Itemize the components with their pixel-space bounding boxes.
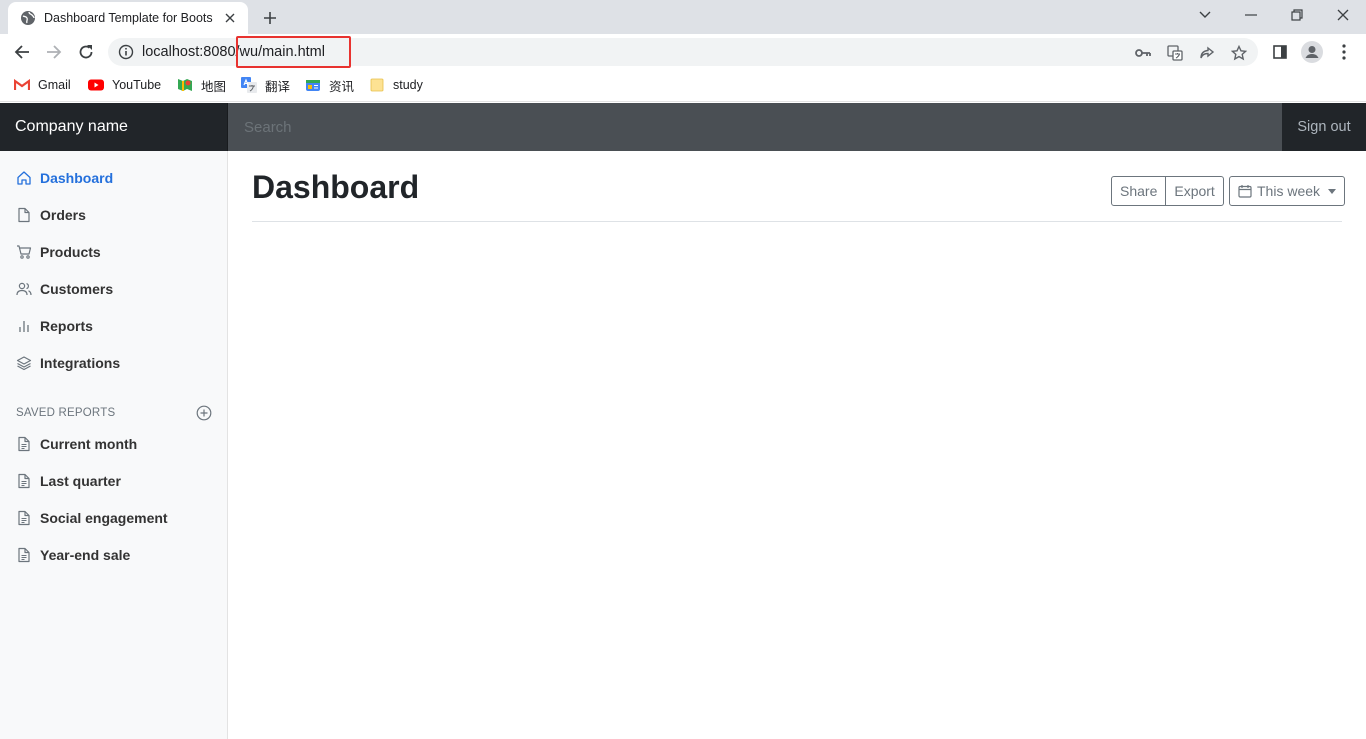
sidebar-item-products[interactable]: Products [0,236,227,268]
saved-report-last-quarter[interactable]: Last quarter [0,465,227,497]
gmail-icon [14,77,30,93]
new-tab-button[interactable] [258,6,282,30]
saved-report-current-month[interactable]: Current month [0,428,227,460]
action-button-group: Share Export [1111,176,1224,206]
sidebar-item-label: Products [40,244,101,260]
search-input[interactable] [228,103,1282,151]
bookmark-label: 资讯 [329,79,355,94]
folder-icon [369,77,385,93]
sidebar-item-label: Dashboard [40,170,114,186]
date-range-label: This week [1257,183,1321,199]
bookmark-label: study [393,78,423,92]
key-icon[interactable] [1134,44,1152,62]
sidebar-item-label: Social engagement [40,510,168,526]
layers-icon [16,355,32,371]
minimize-icon[interactable] [1228,0,1274,30]
file-text-icon [16,473,32,489]
youtube-icon [88,77,104,93]
sidebar-item-label: Year-end sale [40,547,131,563]
file-text-icon [16,510,32,526]
sidebar-item-label: Reports [40,318,93,334]
restore-icon[interactable] [1274,0,1320,30]
file-icon [16,207,32,223]
saved-reports-heading: SAVED REPORTS [16,407,116,419]
sidebar-item-orders[interactable]: Orders [0,199,227,231]
file-text-icon [16,436,32,452]
share-button[interactable]: Share [1111,176,1167,206]
bookmark-translate[interactable]: 翻译 [241,76,290,94]
browser-tab-strip: Dashboard Template for Boots [0,0,1366,34]
sidebar-item-label: Integrations [40,355,121,371]
bookmark-label: YouTube [112,78,162,92]
main-content: Dashboard Share Export This week [228,151,1366,739]
browser-tab[interactable]: Dashboard Template for Boots [8,2,248,34]
reload-icon[interactable] [74,40,98,64]
bookmark-label: Gmail [38,78,71,92]
home-icon [16,170,32,186]
sidebar-item-reports[interactable]: Reports [0,310,227,342]
sidebar-item-customers[interactable]: Customers [0,273,227,305]
page-title: Dashboard [252,169,420,205]
bookmark-youtube[interactable]: YouTube [88,76,161,94]
sidebar-item-label: Current month [40,436,138,452]
calendar-icon [1238,184,1252,198]
sidebar-item-label: Last quarter [40,473,121,489]
users-icon [16,281,32,297]
saved-report-social-engagement[interactable]: Social engagement [0,502,227,534]
tab-title: Dashboard Template for Boots [44,11,213,25]
sidebar-item-dashboard[interactable]: Dashboard [0,162,227,194]
bookmark-maps[interactable]: 地图 [177,76,226,94]
brand-name[interactable]: Company name [0,103,228,151]
browser-menu-icon[interactable] [1332,40,1356,64]
sidebar-item-integrations[interactable]: Integrations [0,347,227,379]
maps-icon [177,77,193,93]
sidebar-item-label: Customers [40,281,114,297]
close-window-icon[interactable] [1320,0,1366,30]
side-panel-icon[interactable] [1268,40,1292,64]
top-navbar: Company name Sign out [0,103,1366,151]
bookmark-study-folder[interactable]: study [369,76,423,94]
back-arrow-icon[interactable] [10,40,34,64]
title-divider [252,221,1342,222]
date-range-dropdown[interactable]: This week [1229,176,1346,206]
profile-avatar-icon[interactable] [1300,40,1324,64]
sign-out-link[interactable]: Sign out [1282,103,1366,151]
bookmark-star-icon[interactable] [1230,44,1248,62]
site-info-icon[interactable] [118,44,134,60]
caret-down-icon [1328,189,1337,194]
cart-icon [16,244,32,260]
share-page-icon[interactable] [1198,44,1216,62]
bar-chart-icon [16,318,32,334]
bookmark-gmail[interactable]: Gmail [14,76,71,94]
url-host: localhost:8080 [142,44,236,60]
file-text-icon [16,547,32,563]
bookmarks-bar: Gmail YouTube 地图 翻译 资讯 study [0,70,1366,102]
browser-toolbar: localhost:8080/wu/main.html [0,34,1366,70]
sidebar: Dashboard Orders Products Customers Repo… [0,151,228,739]
bookmark-news[interactable]: 资讯 [305,76,354,94]
add-report-icon[interactable] [196,405,212,421]
forward-arrow-icon[interactable] [42,40,66,64]
translate-icon [241,77,257,93]
bookmark-label: 翻译 [265,79,291,94]
url-path-highlight [236,36,351,68]
saved-report-year-end-sale[interactable]: Year-end sale [0,539,227,571]
bookmark-label: 地图 [201,79,227,94]
globe-icon [20,10,36,26]
news-icon [305,77,321,93]
export-button[interactable]: Export [1166,176,1224,206]
tab-search-icon[interactable] [1182,0,1228,30]
close-tab-icon[interactable] [222,10,238,26]
translate-page-icon[interactable] [1166,44,1184,62]
sidebar-item-label: Orders [40,207,86,223]
